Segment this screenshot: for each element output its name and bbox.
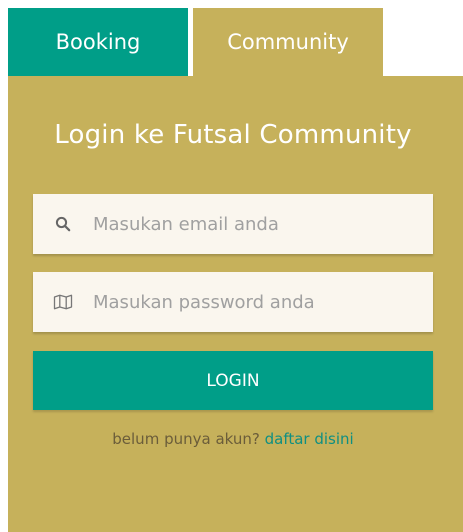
login-button[interactable]: LOGIN [33,351,433,410]
register-prompt: belum punya akun? daftar disini [8,430,458,448]
tab-bar: Booking Community [8,8,463,76]
search-icon [53,214,73,234]
tab-community[interactable]: Community [193,8,383,76]
page-title: Login ke Futsal Community [54,120,412,150]
register-link[interactable]: daftar disini [265,430,354,448]
email-field-container [33,194,433,254]
password-field-container [33,272,433,332]
tab-booking[interactable]: Booking [8,8,188,76]
register-prompt-text: belum punya akun? [112,430,260,448]
password-input[interactable] [93,272,423,332]
tab-community-label: Community [227,30,349,54]
tab-booking-label: Booking [55,30,141,54]
map-icon [53,292,73,312]
email-input[interactable] [93,194,423,254]
login-panel: Login ke Futsal Community LOGIN [8,76,463,532]
login-button-label: LOGIN [206,370,260,391]
login-page: Booking Community Login ke Futsal Commun… [0,0,463,532]
